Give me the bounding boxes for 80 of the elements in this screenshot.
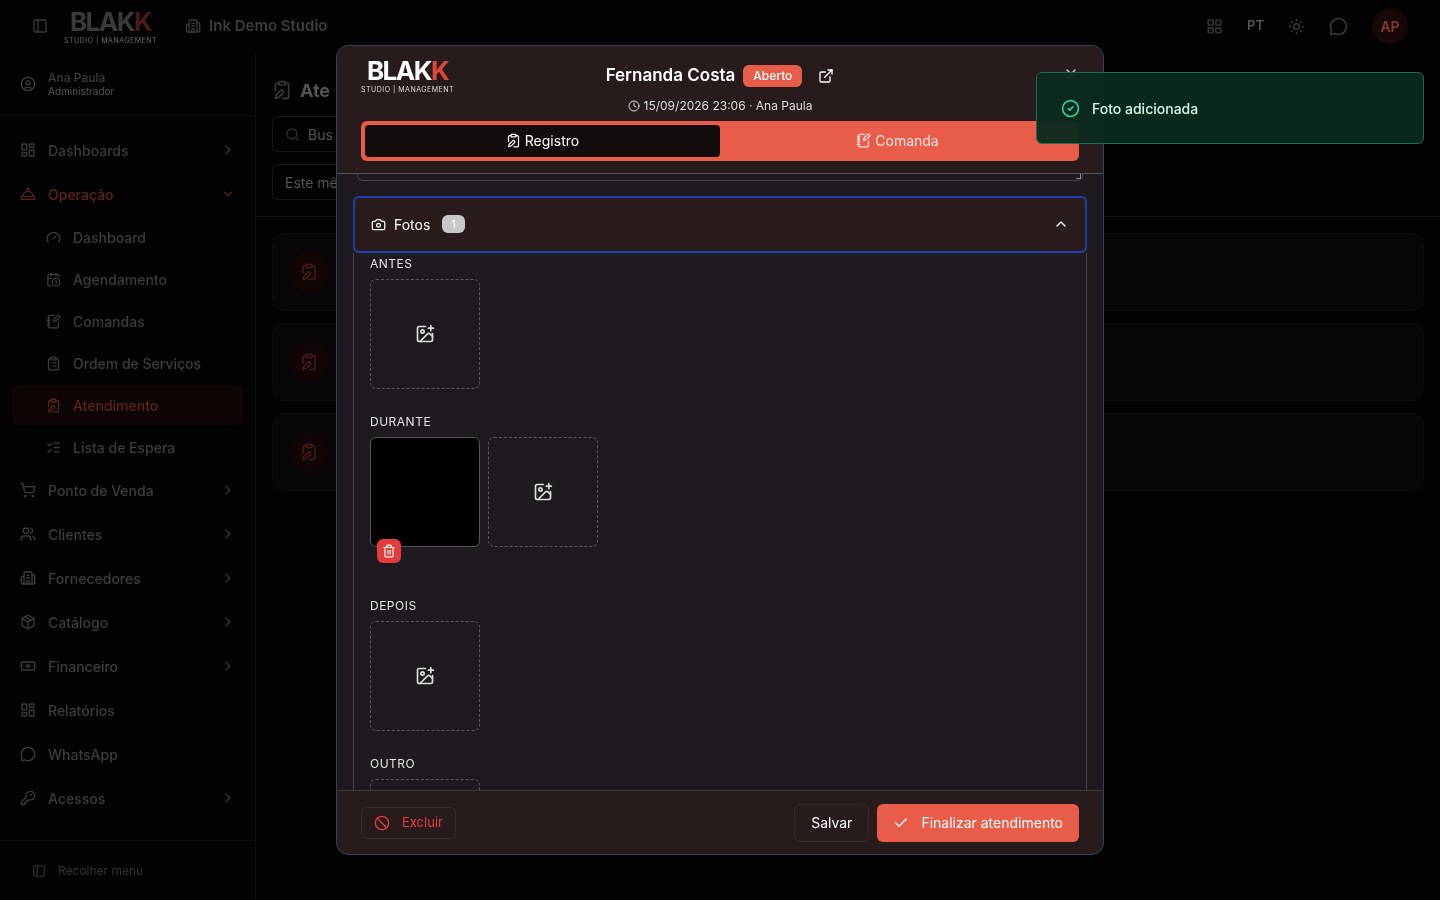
save-button[interactable]: Salvar [794, 803, 870, 842]
clipboard-icon [300, 443, 318, 461]
add-photo-button[interactable] [370, 620, 480, 731]
menu-icon [46, 313, 61, 329]
image-plus-icon [415, 323, 435, 344]
tab-icon [856, 133, 872, 148]
language-button[interactable]: PT [1247, 16, 1264, 36]
notes-text-area[interactable] [357, 173, 1083, 181]
sidebar-subitem[interactable]: Lista de Espera [12, 427, 243, 467]
menu-icon [46, 271, 61, 287]
page-title: Ate [300, 78, 331, 103]
status-badge: Aberto [743, 64, 803, 87]
trash-icon [382, 543, 396, 558]
menu-icon [20, 142, 36, 158]
menu-icon [20, 658, 36, 674]
sidebar-item[interactable]: Catálogo [0, 600, 255, 644]
sidebar-subitem[interactable]: Comandas [12, 301, 243, 341]
menu-icon [46, 355, 61, 371]
menu-icon [20, 702, 36, 718]
clipboard-icon [300, 263, 318, 281]
user-avatar[interactable]: AP [1372, 8, 1408, 44]
sidebar-item[interactable]: Dashboards [0, 128, 255, 172]
menu-icon [20, 790, 36, 806]
group-label: ANTES [370, 254, 414, 273]
toast-message: Foto adicionada [1092, 98, 1199, 119]
theme-icon[interactable] [1288, 17, 1305, 35]
menu-icon [46, 439, 61, 455]
delete-photo-button[interactable] [377, 538, 401, 563]
sidebar-subitem[interactable]: Ordem de Serviços [12, 343, 243, 383]
delete-button[interactable]: Excluir [361, 806, 456, 839]
sidebar-item[interactable]: Financeiro [0, 644, 255, 688]
user-name: Ana Paula [48, 69, 107, 85]
clipboard-icon [272, 80, 292, 100]
camera-icon [371, 216, 386, 232]
group-label: DURANTE [370, 412, 433, 431]
image-plus-icon [415, 665, 435, 686]
sidebar-item[interactable]: Ponto de Venda [0, 468, 255, 512]
add-photo-button[interactable] [370, 278, 480, 389]
appointment-meta: 15/09/2026 23:06 · Ana Paula [643, 96, 813, 115]
finish-button[interactable]: Finalizar atendimento [877, 803, 1079, 842]
clock-icon [627, 99, 640, 112]
sidebar-toggle-icon[interactable] [32, 18, 48, 34]
sidebar-item[interactable]: Relatórios [0, 688, 255, 732]
user-icon [20, 75, 36, 92]
studio-name: Ink Demo Studio [209, 14, 328, 37]
success-icon [1061, 98, 1080, 118]
clipboard-icon [300, 353, 318, 371]
sidebar-subitem[interactable]: Agendamento [12, 259, 243, 299]
sidebar-item[interactable]: Clientes [0, 512, 255, 556]
chat-icon[interactable] [1329, 16, 1348, 36]
building-icon [185, 18, 202, 34]
group-label: OUTRO [370, 754, 417, 773]
search-icon [285, 126, 300, 142]
menu-icon [20, 526, 36, 542]
sidebar-subitem[interactable]: Atendimento [12, 385, 243, 425]
tab[interactable]: Registro [365, 124, 720, 157]
sidebar-subitem[interactable]: Dashboard [12, 217, 243, 257]
tab[interactable]: Comanda [720, 124, 1075, 157]
group-label: DEPOIS [370, 596, 418, 615]
tab-icon [505, 133, 521, 148]
sidebar-item[interactable]: Acessos [0, 776, 255, 820]
menu-icon [46, 397, 61, 413]
menu-icon [20, 614, 36, 630]
menu-icon [20, 746, 36, 762]
menu-icon [20, 186, 36, 202]
ban-icon [374, 814, 390, 831]
external-link-icon[interactable] [818, 67, 835, 84]
user-role: Administrador [48, 84, 115, 98]
apps-icon[interactable] [1206, 17, 1224, 35]
client-name: Fernanda Costa [605, 64, 736, 87]
menu-icon [20, 482, 36, 498]
menu-icon [46, 229, 61, 245]
sidebar-item[interactable]: Fornecedores [0, 556, 255, 600]
photo-thumbnail[interactable] [370, 436, 480, 547]
image-plus-icon [533, 481, 553, 502]
sidebar-item[interactable]: WhatsApp [0, 732, 255, 776]
sidebar-item[interactable]: Operação [0, 172, 255, 216]
menu-icon [20, 570, 36, 586]
collapse-icon [32, 863, 46, 878]
add-photo-button[interactable] [488, 436, 598, 547]
